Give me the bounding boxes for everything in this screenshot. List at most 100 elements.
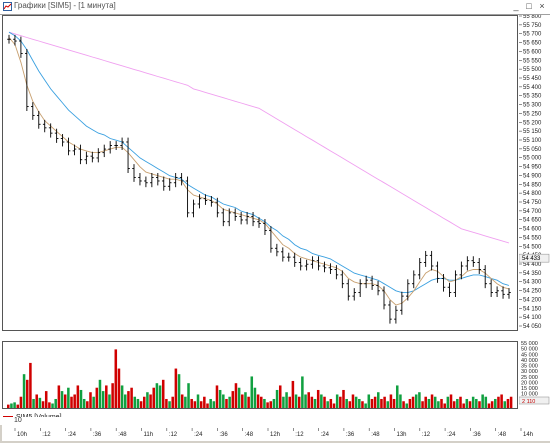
price-tick-label: 55 300 (523, 103, 542, 109)
volume-bar (278, 385, 282, 408)
volume-bar (345, 398, 348, 408)
close-button[interactable]: × (536, 1, 548, 12)
volume-bar (260, 396, 263, 408)
volume-bar (339, 396, 342, 408)
minimize-button[interactable]: _ (510, 1, 522, 12)
volume-bar (29, 362, 32, 408)
time-tick-label: :48 (245, 432, 254, 438)
last-price-label: 54 433 (522, 256, 541, 262)
volume-bar (468, 401, 472, 408)
volume-bar (456, 398, 459, 408)
price-bar (138, 173, 142, 186)
volume-bar (332, 403, 336, 408)
price-bar (7, 34, 11, 44)
price-axis[interactable]: 55 800 55 750 55 700 55 650 55 600 55 550 55 5… (518, 14, 550, 331)
volume-bar (377, 392, 380, 408)
time-axis[interactable]: 10h:12:24:36:48 11h:12:24:36:48 12h:12:24:… (2, 424, 550, 441)
price-tick-label: 54 400 (523, 262, 542, 268)
volume-bar (471, 396, 475, 408)
price-bar (150, 173, 154, 188)
volume-bar (392, 398, 396, 408)
volume-bar (136, 398, 140, 408)
volume-bar (370, 398, 374, 408)
last-volume-label: 2 110 (522, 399, 535, 405)
volume-bar (158, 385, 162, 408)
volume-bar (161, 379, 165, 408)
price-bar (185, 176, 190, 218)
price-pane[interactable] (2, 15, 518, 331)
price-tick-label: 54 200 (523, 297, 542, 303)
volume-bar (408, 398, 412, 408)
volume-bar (506, 398, 510, 408)
volume-bar (177, 374, 181, 408)
price-bar (78, 144, 83, 165)
volume-bar (342, 389, 345, 408)
time-tick-label: 10h (17, 432, 27, 438)
price-tick-label: 54 050 (523, 324, 542, 330)
volume-bar (222, 394, 225, 408)
time-tick-label: :12 (295, 432, 304, 438)
price-bar (411, 270, 416, 289)
volume-bar (79, 389, 83, 408)
volume-bar (41, 401, 45, 408)
price-tick-label: 55 150 (523, 129, 542, 135)
volume-bar (101, 391, 105, 408)
volume-bar (38, 397, 42, 408)
price-bar (406, 279, 410, 301)
price-bar (191, 199, 196, 218)
volume-bar (70, 396, 73, 408)
volume-bar (411, 396, 415, 408)
price-tick-label: 55 250 (523, 111, 542, 117)
volume-bar (48, 402, 51, 408)
volume-pane[interactable] (2, 341, 518, 409)
volume-bar (231, 391, 235, 408)
price-tick-label: 54 250 (523, 289, 542, 295)
time-tick-label: :12 (169, 432, 178, 438)
volume-bar (364, 403, 367, 408)
volume-bar (367, 394, 371, 408)
price-tick-label: 54 650 (523, 218, 542, 224)
volume-bar (247, 396, 250, 408)
volume-bar (475, 398, 478, 408)
volume-bar (348, 401, 352, 408)
price-tick-label: 54 850 (523, 182, 542, 188)
volume-bar (171, 396, 174, 408)
price-bar (286, 252, 291, 262)
volume-bar (263, 398, 266, 408)
maximize-button[interactable]: □ (523, 1, 535, 12)
time-tick-label: :24 (68, 432, 77, 438)
price-tick-label: 54 100 (523, 315, 542, 321)
volume-bar (424, 396, 427, 408)
volume-bar (301, 376, 304, 408)
price-bar (507, 288, 511, 299)
volume-bar (92, 396, 95, 408)
time-tick-label: 14h (523, 432, 533, 438)
volume-bar (190, 398, 193, 408)
volume-bar (237, 387, 241, 408)
volume-axis[interactable]: 55 000 50 000 45 000 40 000 35 000 30 000 25 0… (518, 341, 550, 409)
volume-bar (146, 392, 149, 408)
ma-slow-line (8, 31, 510, 244)
volume-bar (358, 398, 361, 408)
price-bar (304, 259, 309, 271)
price-bar (423, 250, 428, 267)
volume-bar (234, 383, 238, 408)
volume-bar (60, 391, 64, 408)
price-bar (221, 208, 226, 227)
volume-bar (165, 398, 168, 408)
volume-bar (51, 403, 54, 408)
time-tick-label: :36 (93, 432, 102, 438)
volume-bar (351, 394, 355, 408)
volume-bar (124, 394, 127, 408)
volume-bar (405, 403, 409, 408)
price-bar (316, 256, 321, 271)
volume-bar (32, 398, 35, 408)
volume-bar (13, 402, 16, 408)
volume-bar (282, 396, 285, 408)
price-bar (144, 176, 148, 188)
price-bar (322, 261, 327, 273)
price-bar (66, 137, 71, 156)
price-bar (459, 261, 464, 280)
volume-bar (89, 392, 92, 408)
volume-bar (452, 401, 456, 408)
